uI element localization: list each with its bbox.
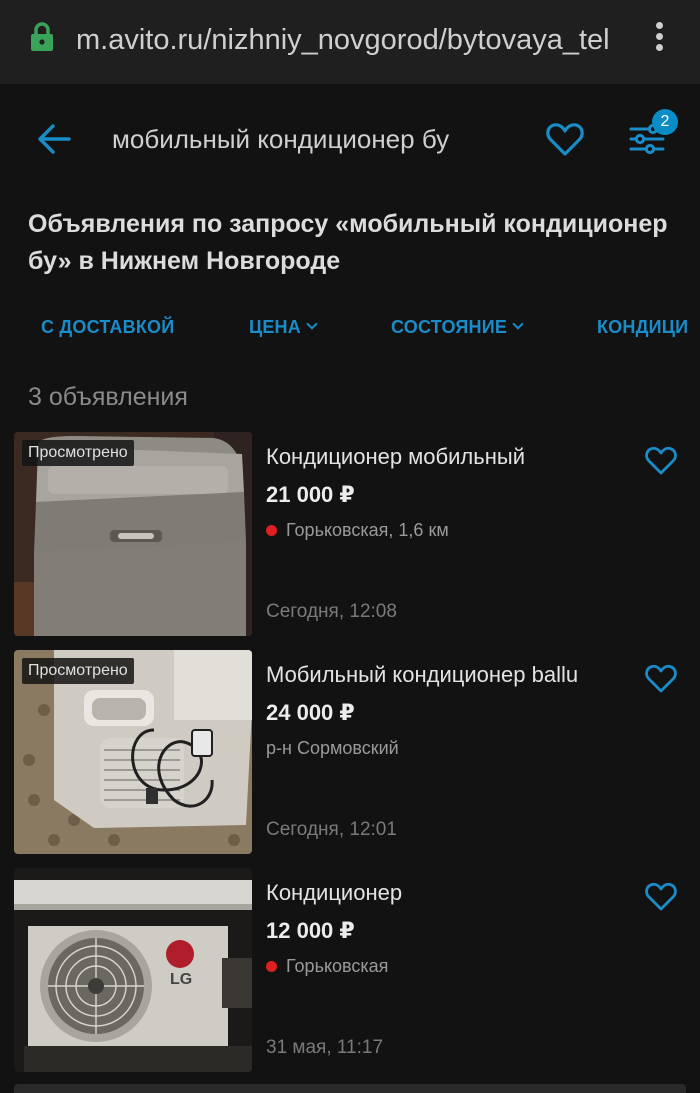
back-arrow-icon[interactable] [36, 122, 72, 156]
chevron-down-icon [306, 318, 318, 330]
favorite-search-icon[interactable] [545, 120, 585, 158]
chip-price[interactable]: ЦЕНА [249, 316, 318, 338]
viewed-badge: Просмотрено [22, 440, 134, 466]
listing-price: 21 000 ₽ [266, 482, 355, 507]
search-top-bar: мобильный кондиционер бу [0, 84, 700, 194]
listing-card[interactable]: Просмотрено Кондиционер мобильный 21 000… [14, 432, 700, 636]
favorite-heart-icon[interactable] [644, 662, 678, 694]
favorite-heart-icon[interactable] [644, 880, 678, 912]
listing-date: Сегодня, 12:01 [266, 819, 397, 840]
chip-ac-type[interactable]: КОНДИЦИ [597, 316, 688, 338]
listing-photo-portable-ac[interactable]: Просмотрено [14, 432, 252, 636]
chevron-down-icon [512, 318, 524, 330]
listing-price: 24 000 ₽ [266, 700, 355, 725]
more-vert-icon[interactable] [648, 18, 670, 58]
page-title: Объявления по запросу «мобильный кондици… [28, 210, 668, 275]
listing-location: Горьковская, 1,6 км [266, 518, 449, 542]
search-query[interactable]: мобильный кондиционер бу [112, 122, 449, 156]
chip-condition[interactable]: СОСТОЯНИЕ [391, 316, 524, 338]
favorite-heart-icon[interactable] [644, 444, 678, 476]
lg-logo-text: LG [170, 971, 192, 988]
lock-icon [31, 22, 53, 51]
viewed-badge: Просмотрено [22, 658, 134, 684]
listing-location-text: Горьковская, 1,6 км [286, 520, 449, 540]
chip-condition-label: СОСТОЯНИЕ [391, 317, 508, 337]
metro-dot-icon [266, 525, 277, 536]
chip-delivery-label: С ДОСТАВКОЙ [41, 317, 175, 337]
chip-delivery[interactable]: С ДОСТАВКОЙ [41, 316, 174, 338]
browser-url-bar[interactable]: m.avito.ru/nizhniy_novgorod/bytovaya_tel [0, 0, 700, 84]
listing-photo-lg-ac[interactable]: LG [14, 868, 252, 1072]
chip-price-label: ЦЕНА [249, 317, 301, 337]
listing-title[interactable]: Кондиционер мобильный [266, 442, 525, 472]
chip-ac-type-label: КОНДИЦИ [597, 317, 689, 337]
listing-location: р-н Сормовский [266, 736, 399, 760]
filter-chips: С ДОСТАВКОЙ ЦЕНА СОСТОЯНИЕ КОНДИЦИ [0, 308, 700, 348]
listing-photo-ballu-ac[interactable]: Просмотрено [14, 650, 252, 854]
listing-price: 12 000 ₽ [266, 918, 355, 943]
next-card-edge [14, 1084, 686, 1093]
listing-title[interactable]: Кондиционер [266, 878, 402, 908]
listing-location-text: р-н Сормовский [266, 738, 399, 758]
listing-location: Горьковская [266, 954, 388, 978]
listing-date: 31 мая, 11:17 [266, 1037, 384, 1058]
listing-date: Сегодня, 12:08 [266, 601, 397, 622]
results-count: 3 объявления [28, 383, 188, 411]
filter-count-badge: 2 [652, 109, 678, 135]
listing-card[interactable]: Просмотрено Мобильный кондиционер ballu … [14, 650, 700, 854]
listing-location-text: Горьковская [286, 956, 389, 976]
listing-title[interactable]: Мобильный кондиционер ballu [266, 660, 578, 690]
url-text[interactable]: m.avito.ru/nizhniy_novgorod/bytovaya_tel [76, 22, 624, 58]
metro-dot-icon [266, 961, 277, 972]
listing-card[interactable]: LG Кондиционер 12 000 ₽ Горьковская 31 м… [14, 868, 700, 1072]
